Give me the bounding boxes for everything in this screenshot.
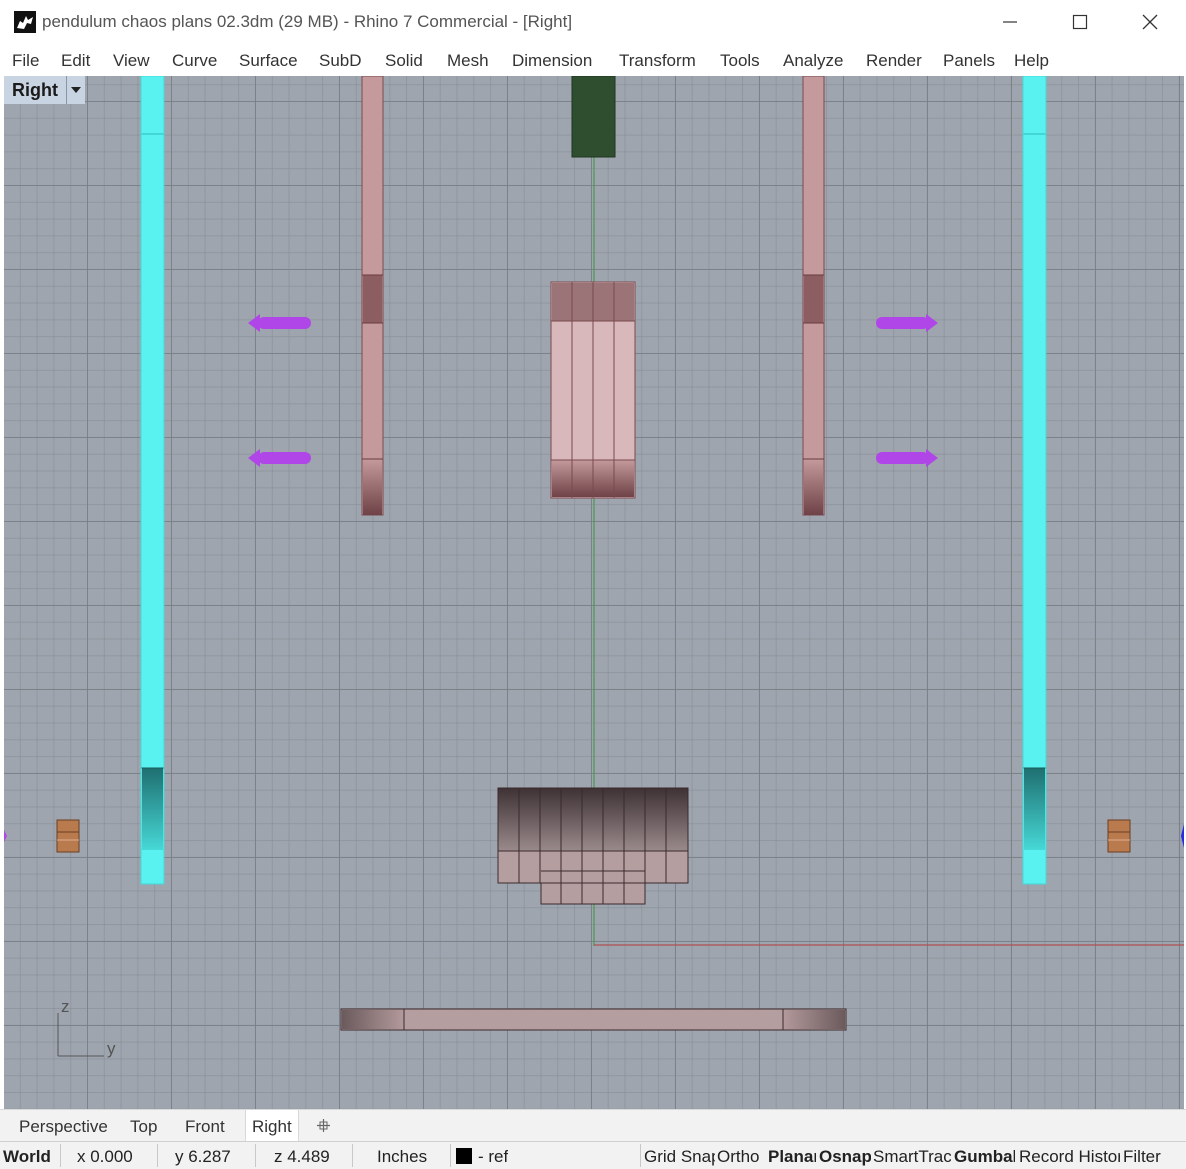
menu-render[interactable]: Render (866, 51, 922, 71)
status-bar: World x 0.000 y 6.287 z 4.489 Inches - r… (0, 1141, 1186, 1169)
pink-bar-right[interactable] (802, 76, 825, 516)
add-viewport-tab-button[interactable] (316, 1118, 331, 1138)
cyan-rail-left[interactable] (140, 76, 165, 885)
purple-arrow-left-bottom[interactable] (248, 449, 311, 467)
base-bar[interactable] (340, 1008, 847, 1031)
title-bar: pendulum chaos plans 02.3dm (29 MB) - Rh… (0, 0, 1186, 44)
status-divider (450, 1144, 451, 1167)
units[interactable]: Inches (377, 1147, 427, 1167)
minimize-icon (1003, 21, 1017, 23)
menu-analyze[interactable]: Analyze (783, 51, 843, 71)
coord-z: z 4.489 (274, 1147, 330, 1166)
close-icon (1142, 14, 1158, 30)
menu-file[interactable]: File (12, 51, 39, 71)
axis-y-label: y (107, 1039, 116, 1058)
menu-transform[interactable]: Transform (619, 51, 696, 71)
toggle-gumball[interactable]: Gumball (954, 1147, 1015, 1167)
purple-arrow-left-top[interactable] (248, 314, 311, 332)
minimize-button[interactable] (975, 0, 1045, 44)
menu-solid[interactable]: Solid (385, 51, 423, 71)
toggle-filter[interactable]: Filter (1123, 1147, 1173, 1167)
coord-y: y 6.287 (175, 1147, 231, 1166)
cyan-rail-right[interactable] (1022, 76, 1047, 885)
toggle-osnap[interactable]: Osnap (819, 1147, 871, 1167)
menu-tools[interactable]: Tools (720, 51, 760, 71)
purple-edge-marker (4, 830, 7, 842)
purple-arrow-right-bottom[interactable] (876, 449, 938, 467)
menu-surface[interactable]: Surface (239, 51, 298, 71)
menu-edit[interactable]: Edit (61, 51, 90, 71)
tab-right[interactable]: Right (245, 1110, 299, 1142)
lower-weight-block[interactable] (497, 787, 689, 905)
toggle-grid-snap[interactable]: Grid Snap (644, 1147, 715, 1167)
right-viewport[interactable]: z y Right (4, 76, 1184, 1109)
central-pendulum-block[interactable] (550, 281, 636, 499)
copper-bushing-right[interactable] (1107, 819, 1131, 853)
axis-z-label: z (61, 997, 70, 1016)
toggle-planar[interactable]: Planar (768, 1147, 816, 1167)
tab-perspective[interactable]: Perspective (19, 1117, 108, 1137)
menu-subd[interactable]: SubD (319, 51, 362, 71)
axis-widget: z y (57, 997, 116, 1058)
status-divider (640, 1144, 641, 1167)
coord-x: x 0.000 (77, 1147, 133, 1166)
viewport-name[interactable]: Right (4, 80, 66, 101)
status-divider (352, 1144, 353, 1167)
menu-help[interactable]: Help (1014, 51, 1049, 71)
toggle-ortho[interactable]: Ortho (717, 1147, 767, 1167)
viewport-dropdown-caret[interactable] (65, 76, 85, 104)
rhino-app-icon[interactable] (14, 11, 36, 33)
pink-bar-left[interactable] (361, 76, 384, 516)
green-top-block[interactable] (571, 76, 616, 158)
maximize-button[interactable] (1045, 0, 1115, 44)
menu-dimension[interactable]: Dimension (512, 51, 592, 71)
viewport-tab-bar: Perspective Top Front Right (0, 1109, 1186, 1142)
current-layer[interactable]: - ref (478, 1147, 508, 1167)
menu-mesh[interactable]: Mesh (447, 51, 489, 71)
viewport-canvas[interactable]: z y (4, 76, 1184, 1109)
purple-arrow-right-top[interactable] (876, 314, 938, 332)
menu-view[interactable]: View (113, 51, 150, 71)
tab-front[interactable]: Front (185, 1117, 225, 1137)
copper-bushing-left[interactable] (56, 819, 80, 853)
menu-bar: File Edit View Curve Surface SubD Solid … (0, 44, 1186, 76)
menu-curve[interactable]: Curve (172, 51, 217, 71)
blue-edge-marker (1181, 824, 1184, 848)
window-title: pendulum chaos plans 02.3dm (29 MB) - Rh… (42, 12, 573, 31)
cplane-world[interactable]: World (3, 1147, 51, 1167)
status-divider (60, 1144, 61, 1167)
toggle-smarttrack[interactable]: SmartTrack (873, 1147, 951, 1167)
caret-down-icon (70, 87, 81, 93)
viewport-title-tab[interactable]: Right (4, 76, 85, 104)
close-button[interactable] (1115, 0, 1185, 44)
add-viewport-tab-icon (317, 1119, 330, 1132)
layer-color-swatch[interactable] (456, 1148, 472, 1164)
menu-panels[interactable]: Panels (943, 51, 995, 71)
toggle-record-history[interactable]: Record History (1019, 1147, 1120, 1167)
tab-top[interactable]: Top (130, 1117, 157, 1137)
maximize-icon (1072, 14, 1088, 30)
status-divider (255, 1144, 256, 1167)
status-divider (157, 1144, 158, 1167)
